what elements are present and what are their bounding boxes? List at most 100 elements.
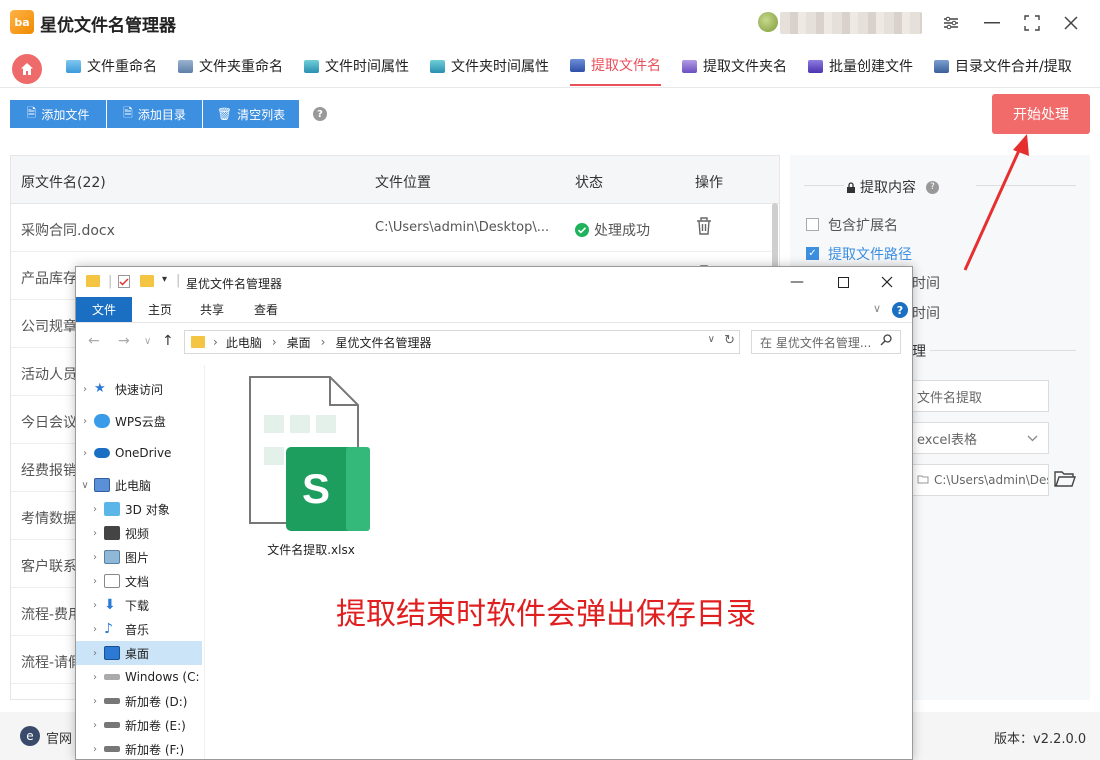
breadcrumb-folder[interactable]: 星优文件名管理器 [335,334,431,351]
open-folder-icon[interactable] [1054,469,1076,493]
tab-batch-create[interactable]: 批量创建文件 [808,46,913,86]
section-title: 提取内容 ? [846,177,939,197]
help-icon[interactable]: ? [892,302,908,318]
maximize-button[interactable] [1019,10,1045,36]
nav-desktop[interactable]: › 桌面 [76,641,202,665]
nav-drive-f[interactable]: › 新加卷 (F:) [76,737,202,759]
version-label: 版本：v2.2.0.0 [994,732,1087,747]
success-icon [575,223,589,237]
dropdown-arrow-icon[interactable]: ▾ [162,274,167,285]
breadcrumb-desktop[interactable]: 桌面 [287,334,311,351]
file-icon: 🗎 [26,105,37,120]
refresh-icon[interactable]: ↻ [724,333,735,348]
path-dropdown-icon[interactable]: ∨ [708,334,715,345]
back-arrow-icon[interactable]: ← [88,333,100,349]
tab-folder-time[interactable]: 文件夹时间属性 [430,46,549,86]
nav-pictures[interactable]: › 图片 [76,545,202,569]
explorer-address-bar: ← → ∨ ↑ › 此电脑 › 桌面 › 星优文件名管理器 ∨ ↻ 在 星优文件… [76,324,912,360]
drive-icon [104,746,120,752]
explorer-close-button[interactable] [872,271,902,293]
help-icon[interactable]: ? [313,107,327,121]
nav-downloads[interactable]: › ⬇ 下载 [76,593,202,617]
ribbon-tab-view[interactable]: 查看 [246,297,286,322]
extract-path-checkbox[interactable]: ✓ [806,247,819,260]
row-filename: 经费报销 [21,463,77,479]
xlsx-file-item[interactable]: S 文件名提取.xlsx [246,375,376,557]
ribbon-tab-share[interactable]: 共享 [192,297,232,322]
mode-field[interactable]: 文件名提取 [910,380,1049,412]
format-select[interactable]: excel表格 [910,422,1049,454]
header-filename: 原文件名(22) [21,175,106,191]
trash-icon: 🗑 [216,107,233,121]
file-icon: 🗎 [123,105,133,120]
properties-icon[interactable] [118,275,130,288]
forward-arrow-icon[interactable]: → [118,333,130,349]
app-logo: ba [10,10,34,34]
search-input[interactable]: 在 星优文件名管理... [751,330,901,354]
row-filename: 活动人员 [21,367,77,383]
annotation-text: 提取结束时软件会弹出保存目录 [336,597,756,632]
table-row[interactable]: 采购合同.docx C:\Users\admin\Desktop\... 处理成… [11,204,779,252]
help-icon[interactable]: ? [926,180,939,194]
nav-quick-access[interactable]: › ★ 快速访问 [76,377,202,401]
row-filename: 流程-请假 [21,655,83,671]
minimize-button[interactable] [979,10,1005,36]
tab-file-time[interactable]: 文件时间属性 [304,46,409,86]
tab-extract-filename[interactable]: 提取文件名 [570,46,661,86]
breadcrumb-this-pc[interactable]: 此电脑 [226,334,262,351]
ribbon-expand-icon[interactable]: ∨ [873,302,881,315]
tab-file-rename[interactable]: 文件重命名 [66,46,157,86]
clear-list-button[interactable]: 🗑 清空列表 [203,100,299,128]
section-title: 理 [912,344,926,360]
close-button[interactable] [1058,10,1084,36]
new-folder-icon[interactable] [140,275,154,287]
website-link[interactable]: 官网 [46,728,72,747]
tab-folder-rename[interactable]: 文件夹重命名 [178,46,283,86]
batch-create-icon [808,59,823,73]
nav-videos[interactable]: › 视频 [76,521,202,545]
path-box[interactable]: › 此电脑 › 桌面 › 星优文件名管理器 ∨ ↻ [184,330,740,354]
add-directory-button[interactable]: 🗎 添加目录 [107,100,202,128]
tab-bar: 文件重命名 文件夹重命名 文件时间属性 文件夹时间属性 提取文件名 提取文件夹名… [0,46,1100,88]
header-status: 状态 [575,175,603,191]
nav-3d-objects[interactable]: › 3D 对象 [76,497,202,521]
start-processing-button[interactable]: 开始处理 [992,94,1090,134]
tab-extract-folder[interactable]: 提取文件夹名 [682,46,787,86]
desktop-icon [104,646,120,660]
delete-icon[interactable] [695,216,713,240]
nav-wps-cloud[interactable]: › WPS云盘 [76,409,202,433]
nav-drive-d[interactable]: › 新加卷 (D:) [76,689,202,713]
add-file-button[interactable]: 🗎 添加文件 [10,100,106,128]
row-filename: 考情数据 [21,511,77,527]
user-name-blurred [780,12,922,34]
header-location: 文件位置 [375,175,431,191]
output-path-field[interactable]: C:\Users\admin\Des [910,464,1049,496]
nav-this-pc[interactable]: ∨ 此电脑 [76,473,202,497]
home-button[interactable] [12,54,42,84]
settings-icon[interactable] [938,10,964,36]
ie-icon[interactable]: e [20,726,40,746]
nav-drive-e[interactable]: › 新加卷 (E:) [76,713,202,737]
option-time-label: 时间 [912,276,940,292]
ribbon-tab-file[interactable]: 文件 [76,297,132,322]
explorer-minimize-button[interactable]: — [782,271,812,293]
recent-dropdown-icon[interactable]: ∨ [144,336,151,347]
ribbon-tab-home[interactable]: 主页 [140,297,180,322]
explorer-nav-pane: › ★ 快速访问 › WPS云盘 › OneDrive ∨ 此电脑 › 3D 对… [76,365,206,759]
nav-onedrive[interactable]: › OneDrive [76,441,202,465]
nav-music[interactable]: › ♪ 音乐 [76,617,202,641]
include-extension-checkbox[interactable] [806,218,819,231]
app-title: 星优文件名管理器 [40,16,176,36]
tab-merge[interactable]: 目录文件合并/提取 [934,46,1072,86]
nav-documents[interactable]: › 文档 [76,569,202,593]
avatar[interactable] [758,12,778,32]
row-filename: 客户联系 [21,559,77,575]
explorer-maximize-button[interactable] [828,271,858,293]
include-extension-label: 包含扩展名 [828,218,898,234]
divider [204,365,205,759]
document-icon [104,574,120,588]
up-arrow-icon[interactable]: ↑ [162,333,174,349]
video-icon [104,526,120,540]
nav-drive-c[interactable]: › Windows (C: [76,665,202,689]
row-filename: 产品库存 [21,271,77,287]
